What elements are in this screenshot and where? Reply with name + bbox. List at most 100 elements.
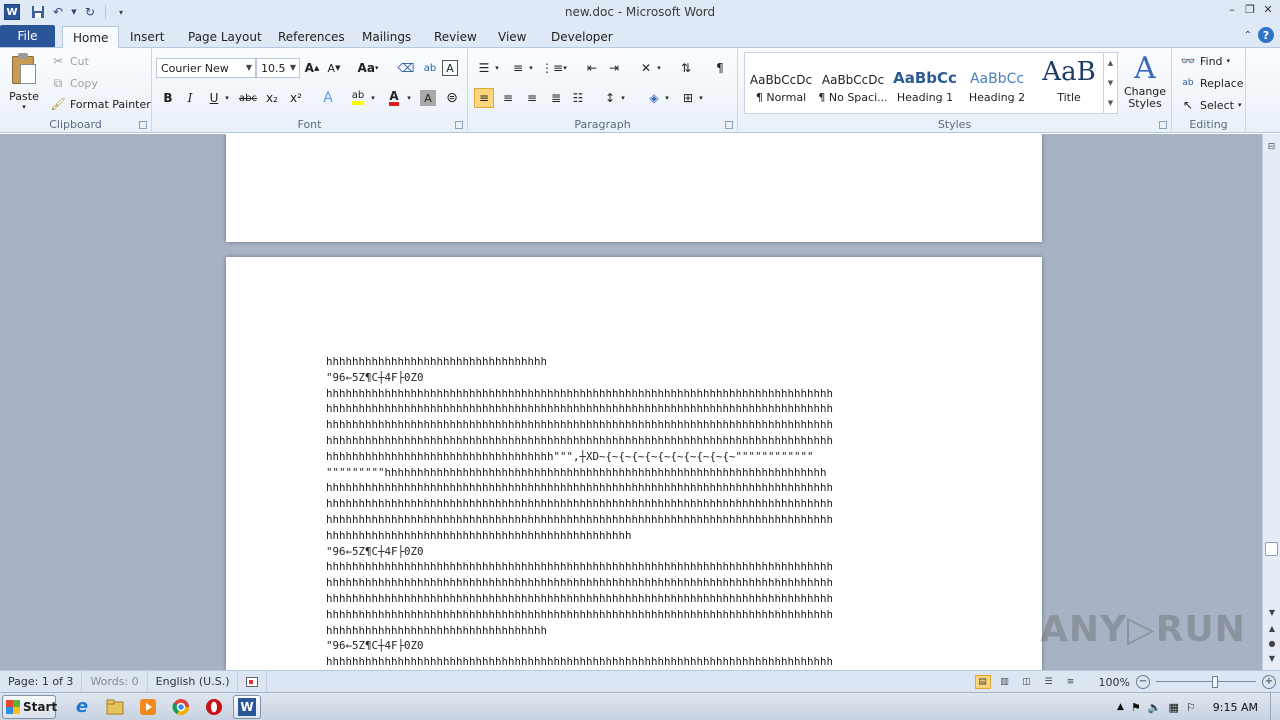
zoom-in-button[interactable]: + — [1262, 675, 1276, 689]
text-effects-button[interactable]: A — [318, 88, 338, 108]
next-page-icon[interactable]: ▼ — [1263, 654, 1280, 668]
highlight-button[interactable]: ab — [348, 88, 368, 108]
save-icon[interactable] — [30, 4, 46, 20]
language[interactable]: English (U.S.) — [148, 670, 239, 693]
line-spacing-icon[interactable]: ↕ — [600, 88, 620, 108]
undo-icon[interactable]: ↶ — [50, 4, 66, 20]
show-desktop-button[interactable] — [1270, 693, 1280, 720]
document-line[interactable]: hhhhhhhhhhhhhhhhhhhhhhhhhhhhhhhhhh — [326, 354, 833, 370]
close-button[interactable]: ✕ — [1260, 2, 1276, 16]
zoom-level[interactable]: 100% — [1099, 676, 1130, 689]
subscript-button[interactable]: x₂ — [262, 88, 282, 108]
document-line[interactable]: "96←5Z¶C┼4F├0Z0 — [326, 370, 833, 386]
show-marks-button[interactable]: ¶ — [710, 58, 730, 78]
style-no-spacing[interactable]: AaBbCcDc ¶ No Spaci... — [817, 55, 889, 111]
document-line[interactable]: hhhhhhhhhhhhhhhhhhhhhhhhhhhhhhhhhhhhhhhh… — [326, 433, 833, 449]
shading-dropdown-icon[interactable]: ▾ — [662, 88, 672, 108]
tab-mailings[interactable]: Mailings — [352, 26, 421, 48]
more-styles-icon[interactable]: ▼ — [1108, 99, 1113, 107]
change-case-button[interactable]: Aa ▾ — [354, 58, 382, 78]
page-2[interactable]: hhhhhhhhhhhhhhhhhhhhhhhhhhhhhhhhhh "96←5Z… — [226, 257, 1042, 670]
copy-button[interactable]: ⧉ Copy — [50, 74, 98, 92]
minimize-ribbon-icon[interactable]: ⌃ — [1244, 30, 1252, 41]
document-line[interactable]: hhhhhhhhhhhhhhhhhhhhhhhhhhhhhhhhhhhhhhhh… — [326, 607, 833, 623]
scroll-up-icon[interactable]: ▲ — [1108, 59, 1113, 67]
phonetic-guide-icon[interactable]: ab — [420, 58, 440, 78]
tab-insert[interactable]: Insert — [120, 26, 174, 48]
tab-developer[interactable]: Developer — [541, 26, 623, 48]
font-dialog-launcher[interactable] — [455, 121, 463, 129]
help-icon[interactable]: ? — [1258, 27, 1274, 43]
increase-indent-icon[interactable]: ⇥ — [604, 58, 624, 78]
numbering-dropdown-icon[interactable]: ▾ — [526, 58, 536, 78]
previous-page-icon[interactable]: ▲ — [1263, 624, 1280, 638]
document-line[interactable]: """""""""hhhhhhhhhhhhhhhhhhhhhhhhhhhhhhh… — [326, 465, 833, 481]
word-count[interactable]: Words: 0 — [82, 670, 148, 693]
paste-dropdown-icon[interactable]: ▾ — [22, 103, 26, 111]
font-name-combo[interactable]: Courier New ▼ — [156, 58, 256, 78]
web-layout-icon[interactable]: ◫ — [1019, 675, 1035, 689]
align-left-icon[interactable]: ≡ — [474, 88, 494, 108]
zoom-slider[interactable] — [1156, 675, 1256, 689]
style-normal[interactable]: AaBbCcDc ¶ Normal — [745, 55, 817, 111]
italic-button[interactable]: I — [180, 88, 200, 108]
style-heading-1[interactable]: AaBbCc Heading 1 — [889, 55, 961, 111]
strikethrough-button[interactable]: abc — [238, 88, 258, 108]
shrink-font-button[interactable]: A ▼ — [324, 58, 344, 78]
tab-references[interactable]: References — [268, 26, 355, 48]
line-spacing-dropdown-icon[interactable]: ▾ — [618, 88, 628, 108]
clear-formatting-icon[interactable]: ⌫ — [396, 58, 416, 78]
chrome-icon[interactable] — [167, 695, 195, 719]
volume-icon[interactable]: 🔈 — [1148, 701, 1162, 714]
asian-layout-dropdown-icon[interactable]: ▾ — [654, 58, 664, 78]
opera-icon[interactable] — [200, 695, 228, 719]
paste-button[interactable]: Paste ▾ — [6, 52, 42, 114]
grow-font-button[interactable]: A ▲ — [302, 58, 322, 78]
scroll-down-arrow[interactable]: ▼ — [1263, 608, 1280, 622]
justify-icon[interactable]: ≣ — [546, 88, 566, 108]
document-line[interactable]: hhhhhhhhhhhhhhhhhhhhhhhhhhhhhhhhhhh""",┼… — [326, 449, 833, 465]
start-button[interactable]: Start — [2, 694, 57, 719]
font-color-button[interactable]: A — [384, 88, 404, 108]
multilevel-dropdown-icon[interactable]: ▾ — [560, 58, 570, 78]
underline-dropdown-icon[interactable]: ▾ — [222, 88, 232, 108]
media-player-icon[interactable] — [134, 695, 162, 719]
ie-icon[interactable]: e — [68, 695, 96, 719]
full-screen-reading-icon[interactable]: ▥ — [997, 675, 1013, 689]
outline-view-icon[interactable]: ☰ — [1041, 675, 1057, 689]
document-line[interactable]: "96←5Z¶C┼4F├0Z0 — [326, 638, 833, 654]
tab-page-layout[interactable]: Page Layout — [178, 26, 272, 48]
asian-layout-icon[interactable]: ✕ — [636, 58, 656, 78]
document-area[interactable]: hhhhhhhhhhhhhhhhhhhhhhhhhhhhhhhhhh "96←5Z… — [0, 134, 1262, 670]
enclose-characters-icon[interactable]: ⊜ — [442, 88, 462, 108]
print-layout-view-icon[interactable]: ▤ — [974, 675, 991, 689]
find-button[interactable]: 👓 Find ▾ — [1180, 52, 1231, 70]
undo-dropdown-icon[interactable]: ▼ — [70, 4, 78, 20]
decrease-indent-icon[interactable]: ⇤ — [582, 58, 602, 78]
document-line[interactable]: hhhhhhhhhhhhhhhhhhhhhhhhhhhhhhhhhhhhhhhh… — [326, 417, 833, 433]
style-title[interactable]: AaB Title — [1033, 55, 1105, 111]
character-border-icon[interactable]: A — [442, 60, 458, 76]
network-icon[interactable]: ▦ — [1169, 701, 1179, 714]
macro-recording[interactable] — [238, 670, 268, 693]
bullets-dropdown-icon[interactable]: ▾ — [492, 58, 502, 78]
highlight-dropdown-icon[interactable]: ▾ — [368, 88, 378, 108]
document-body[interactable]: hhhhhhhhhhhhhhhhhhhhhhhhhhhhhhhhhh "96←5Z… — [326, 354, 833, 670]
tab-home[interactable]: Home — [62, 26, 120, 49]
explorer-icon[interactable] — [101, 695, 129, 719]
customize-qat-icon[interactable]: ▾ — [113, 4, 129, 20]
document-line[interactable]: hhhhhhhhhhhhhhhhhhhhhhhhhhhhhhhhhhhhhhhh… — [326, 575, 833, 591]
document-line[interactable]: hhhhhhhhhhhhhhhhhhhhhhhhhhhhhhhhhhhhhhhh… — [326, 591, 833, 607]
document-line[interactable]: hhhhhhhhhhhhhhhhhhhhhhhhhhhhhhhhhhhhhhhh… — [326, 559, 833, 575]
zoom-out-button[interactable]: − — [1136, 675, 1150, 689]
show-hidden-icons-icon[interactable]: ▲ — [1117, 702, 1124, 712]
change-styles-button[interactable]: A Change Styles — [1122, 52, 1168, 114]
bullets-icon[interactable]: ☰ — [474, 58, 494, 78]
document-line[interactable]: hhhhhhhhhhhhhhhhhhhhhhhhhhhhhhhhhhhhhhhh… — [326, 496, 833, 512]
page-count[interactable]: Page: 1 of 3 — [0, 670, 83, 693]
clipboard-dialog-launcher[interactable] — [139, 121, 147, 129]
align-center-icon[interactable]: ≡ — [498, 88, 518, 108]
font-color-dropdown-icon[interactable]: ▾ — [404, 88, 414, 108]
borders-dropdown-icon[interactable]: ▾ — [696, 88, 706, 108]
document-line[interactable]: "96←5Z¶C┼4F├0Z0 — [326, 544, 833, 560]
